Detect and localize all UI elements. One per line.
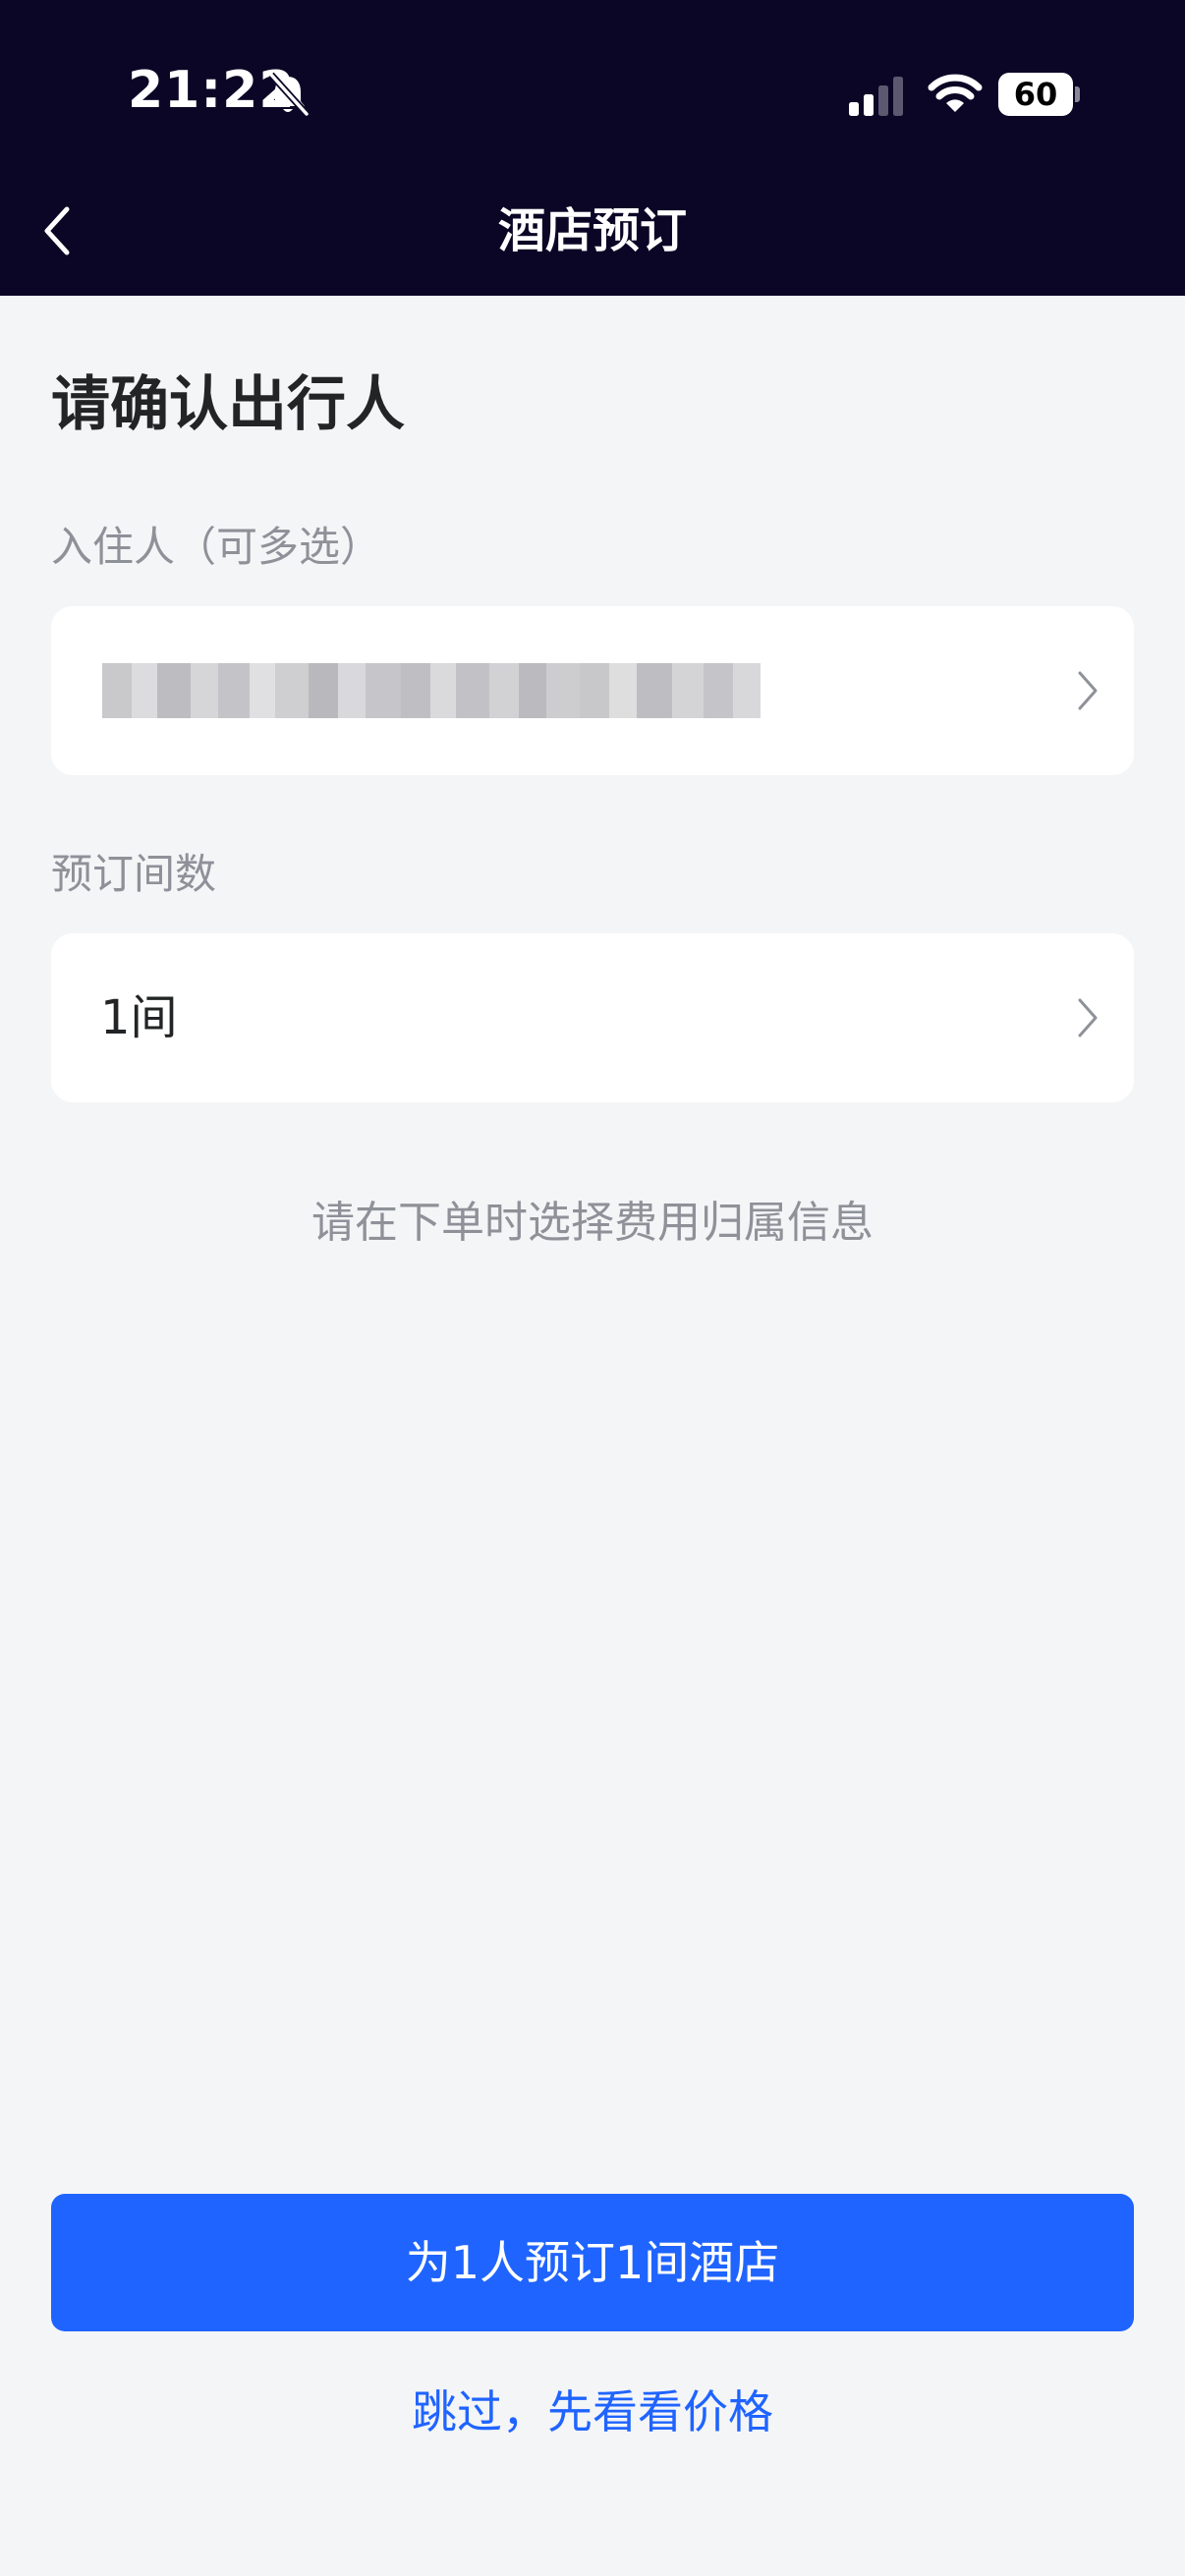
chevron-right-icon — [1078, 998, 1098, 1037]
guest-selector[interactable] — [51, 606, 1134, 775]
chevron-right-icon — [1078, 671, 1098, 710]
obscured-guest-names — [102, 663, 772, 718]
battery-icon: 60 — [998, 73, 1080, 116]
cost-attribution-hint: 请在下单时选择费用归属信息 — [311, 1198, 874, 1248]
skip-view-price-link[interactable]: 跳过，先看看价格 — [0, 2378, 1185, 2446]
wifi-icon — [928, 74, 983, 112]
guests-label: 入住人（可多选） — [51, 523, 382, 571]
nav-title: 酒店预订 — [497, 203, 687, 258]
battery-level: 60 — [998, 73, 1073, 116]
bell-slash-icon — [268, 72, 310, 117]
rooms-label: 预订间数 — [51, 850, 217, 898]
app-header: 21:22 60 酒店预订 — [0, 0, 1185, 296]
room-count-value: 1间 — [100, 990, 178, 1045]
signal-icon — [849, 77, 903, 116]
battery-cap — [1075, 86, 1080, 102]
room-count-selector[interactable]: 1间 — [51, 933, 1134, 1102]
book-hotel-button[interactable]: 为1人预订1间酒店 — [51, 2194, 1134, 2331]
page-title: 请确认出行人 — [51, 370, 405, 439]
